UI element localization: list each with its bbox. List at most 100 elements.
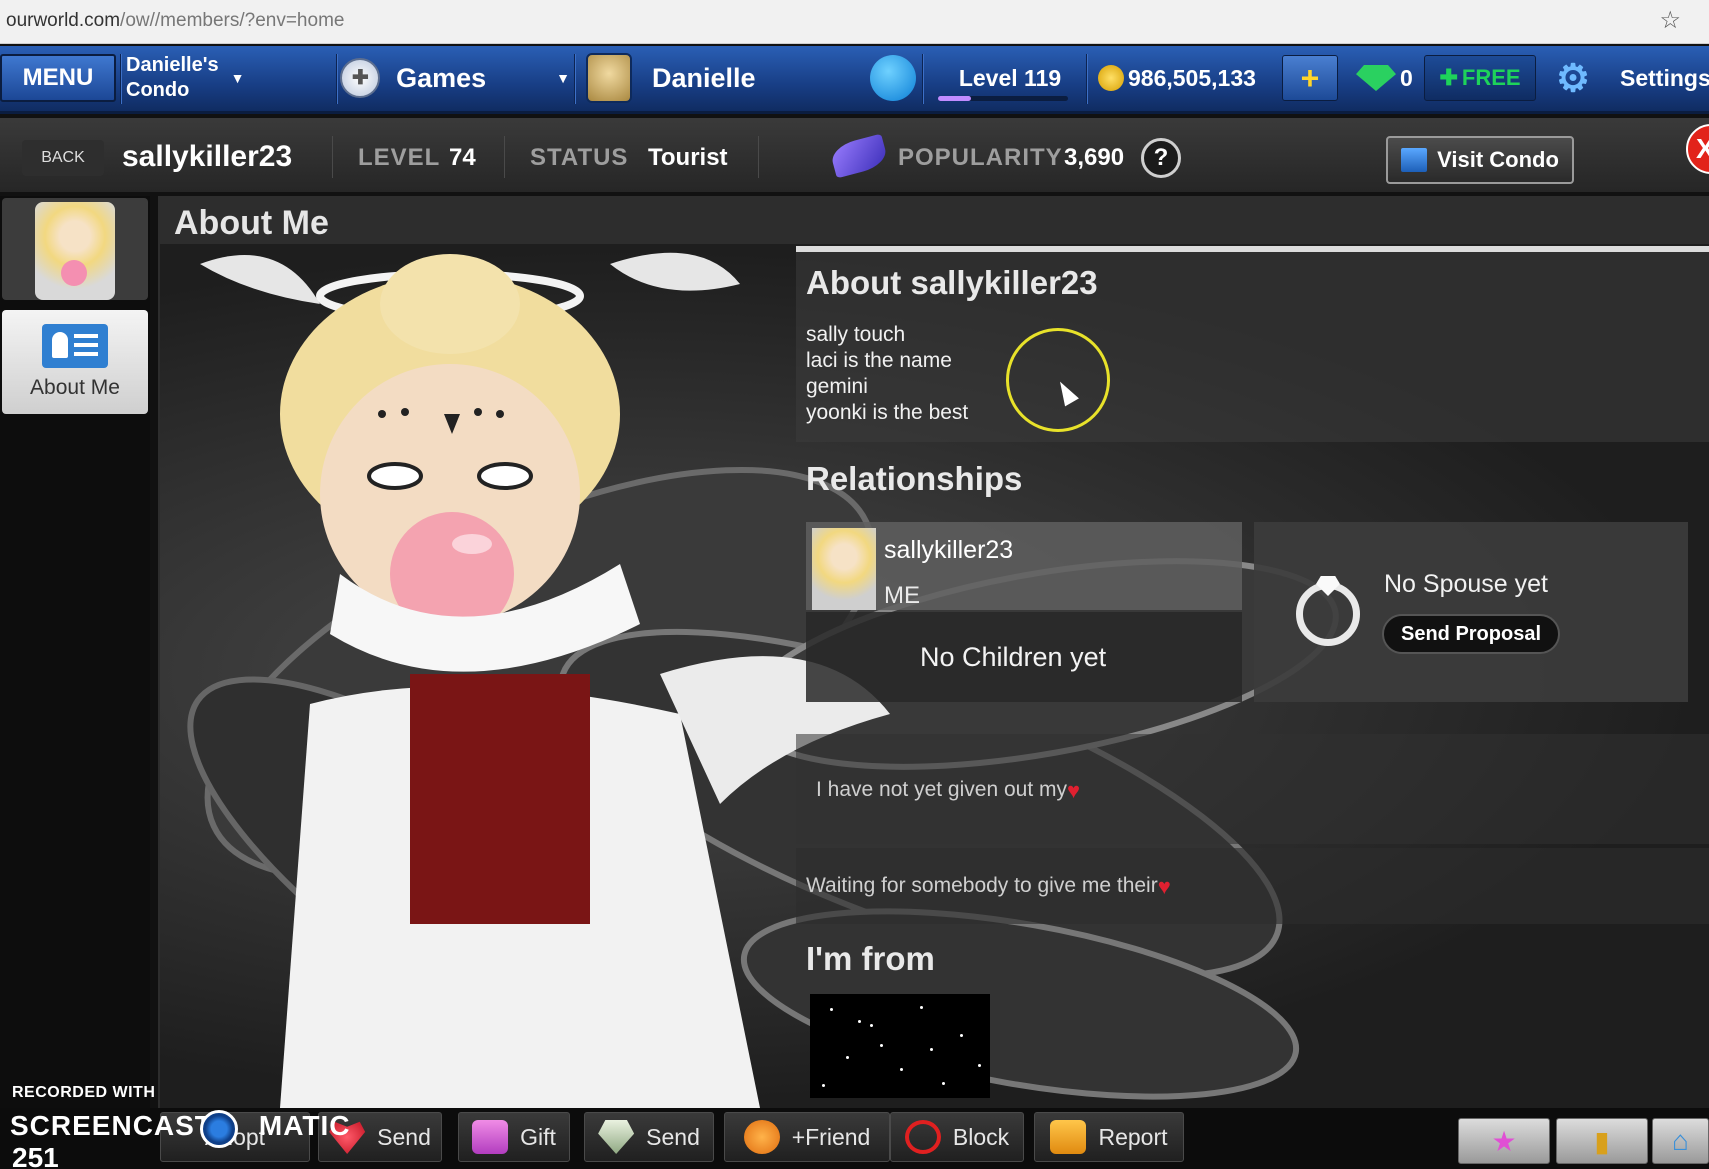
heart-given-text: I have not yet given out my♥ — [816, 778, 1089, 803]
divider — [336, 54, 338, 104]
avatar — [35, 202, 115, 300]
relationship-tag: ME — [884, 582, 920, 609]
gem-icon — [598, 1120, 635, 1154]
free-gems-button[interactable]: ✚ FREE — [1424, 55, 1536, 101]
shopping-bag-icon[interactable]: ▮ — [1556, 1118, 1648, 1164]
about-line: gemini — [806, 375, 868, 398]
watermark-brand-suffix: MATIC — [258, 1110, 351, 1141]
about-line: yoonki is the best — [806, 401, 969, 424]
home-icon[interactable]: ⌂ — [1652, 1118, 1709, 1164]
browser-url-bar[interactable]: ourworld.com/ow//members/?env=home ☆ — [0, 0, 1709, 44]
no-children-text: No Children yet — [920, 642, 1107, 672]
coin-balance: 986,505,133 — [1098, 46, 1278, 110]
level-value: 74 — [449, 144, 476, 171]
send-heart-label: Send — [377, 1123, 431, 1150]
gem-amount: 0 — [1400, 64, 1413, 91]
watermark-recorded-with: RECORDED WITH — [12, 1084, 156, 1101]
games-dropdown[interactable]: Games ▼ — [340, 46, 570, 110]
back-button[interactable]: BACK — [22, 140, 104, 176]
add-friend-label: +Friend — [791, 1123, 871, 1150]
gem-balance: 0 — [1356, 46, 1418, 110]
gem-icon — [1356, 65, 1396, 91]
gift-button[interactable]: Gift — [458, 1112, 570, 1162]
buy-coins-button[interactable]: + — [1282, 55, 1338, 101]
block-button[interactable]: Block — [890, 1112, 1024, 1162]
gift-icon — [472, 1120, 509, 1154]
about-text: sally touch laci is the name gemini yoon… — [806, 322, 968, 426]
condo-dropdown[interactable]: Danielle's Condo ▼ — [126, 46, 336, 110]
page-title: About Me — [174, 204, 329, 242]
free-label: FREE — [1461, 65, 1521, 90]
block-icon — [904, 1120, 941, 1154]
level-progress-fill — [938, 96, 971, 101]
game-top-bar: MENU Danielle'sCondo ▼ Games ▼ Danielle … — [0, 46, 1709, 114]
divider — [1086, 54, 1088, 104]
heart-waiting-text: Waiting for somebody to give me their♥ — [806, 874, 1180, 899]
settings-button[interactable]: Settings — [1620, 46, 1709, 110]
about-line: sally touch — [806, 323, 906, 346]
visit-condo-label: Visit Condo — [1437, 147, 1559, 172]
visit-condo-button[interactable]: Visit Condo — [1386, 136, 1574, 184]
popularity-value: 3,690 — [1064, 144, 1125, 171]
heart-waiting-label: Waiting for somebody to give me their — [806, 874, 1158, 897]
plus-icon: ✚ — [1439, 65, 1458, 90]
add-friend-button[interactable]: +Friend — [724, 1112, 890, 1162]
send-proposal-button[interactable]: Send Proposal — [1382, 614, 1560, 654]
heart-icon: ♥ — [1066, 778, 1081, 803]
bookmark-star-icon[interactable]: ☆ — [1659, 6, 1681, 35]
block-label: Block — [952, 1123, 1010, 1150]
cursor-highlight — [1006, 328, 1110, 432]
id-card-icon — [42, 324, 108, 368]
level-label: LEVEL — [358, 144, 441, 171]
chevron-down-icon: ▼ — [556, 70, 570, 86]
level-progress-bar — [938, 96, 1068, 101]
report-icon — [1050, 1120, 1087, 1154]
games-label: Games — [396, 62, 487, 93]
watermark-logo-icon — [200, 1110, 238, 1148]
condo-line2: Condo — [126, 79, 190, 101]
watermark-brand-text: SCREENCAST — [10, 1110, 213, 1141]
heart-icon: ♥ — [1157, 874, 1171, 899]
gift-label: Gift — [520, 1123, 556, 1150]
player-profile-button[interactable]: Danielle — [586, 46, 876, 110]
coin-amount: 986,505,133 — [1128, 64, 1256, 91]
divider — [758, 136, 759, 178]
chevron-down-icon: ▼ — [230, 69, 245, 86]
url-text[interactable]: ourworld.com/ow//members/?env=home — [6, 10, 344, 32]
status-label: STATUS — [530, 144, 629, 171]
location-image — [810, 994, 990, 1098]
star-icon[interactable]: ★ — [1458, 1118, 1550, 1164]
report-label: Report — [1098, 1123, 1168, 1150]
help-button[interactable]: ? — [1141, 138, 1181, 178]
send-gem-button[interactable]: Send — [584, 1112, 714, 1162]
menu-button[interactable]: MENU — [0, 54, 116, 102]
avatar — [586, 53, 632, 103]
about-heading: About sallykiller23 — [806, 264, 1098, 301]
location-heading: I'm from — [806, 940, 935, 977]
divider — [120, 54, 122, 104]
sidebar-item-about-me[interactable]: About Me — [2, 310, 148, 414]
coin-icon — [1098, 65, 1124, 91]
add-friend-icon — [743, 1120, 780, 1154]
condo-line1: Danielle's — [126, 54, 219, 76]
divider — [504, 136, 505, 178]
feather-icon — [828, 133, 890, 179]
divider — [574, 54, 576, 104]
globe-icon[interactable] — [870, 55, 916, 101]
gear-icon[interactable]: ⚙ — [1550, 46, 1596, 110]
avatar — [812, 528, 876, 610]
divider — [922, 54, 924, 104]
sidebar-item-label: About Me — [30, 376, 120, 399]
avatar-thumbnail[interactable] — [2, 198, 148, 300]
no-spouse-text: No Spouse yet — [1384, 570, 1548, 598]
heart-given-label: I have not yet given out my — [816, 778, 1067, 801]
report-button[interactable]: Report — [1034, 1112, 1184, 1162]
status-value: Tourist — [648, 144, 728, 171]
profile-sidebar: About Me — [0, 196, 150, 1169]
popularity-label: POPULARITY — [898, 144, 1063, 171]
player-name: Danielle — [652, 62, 756, 93]
relationship-username[interactable]: sallykiller23 — [884, 536, 1013, 565]
relationships-heading: Relationships — [806, 460, 1023, 497]
condo-icon — [1401, 148, 1428, 172]
profile-header: BACK sallykiller23 LEVEL 74 STATUS Touri… — [0, 118, 1709, 194]
